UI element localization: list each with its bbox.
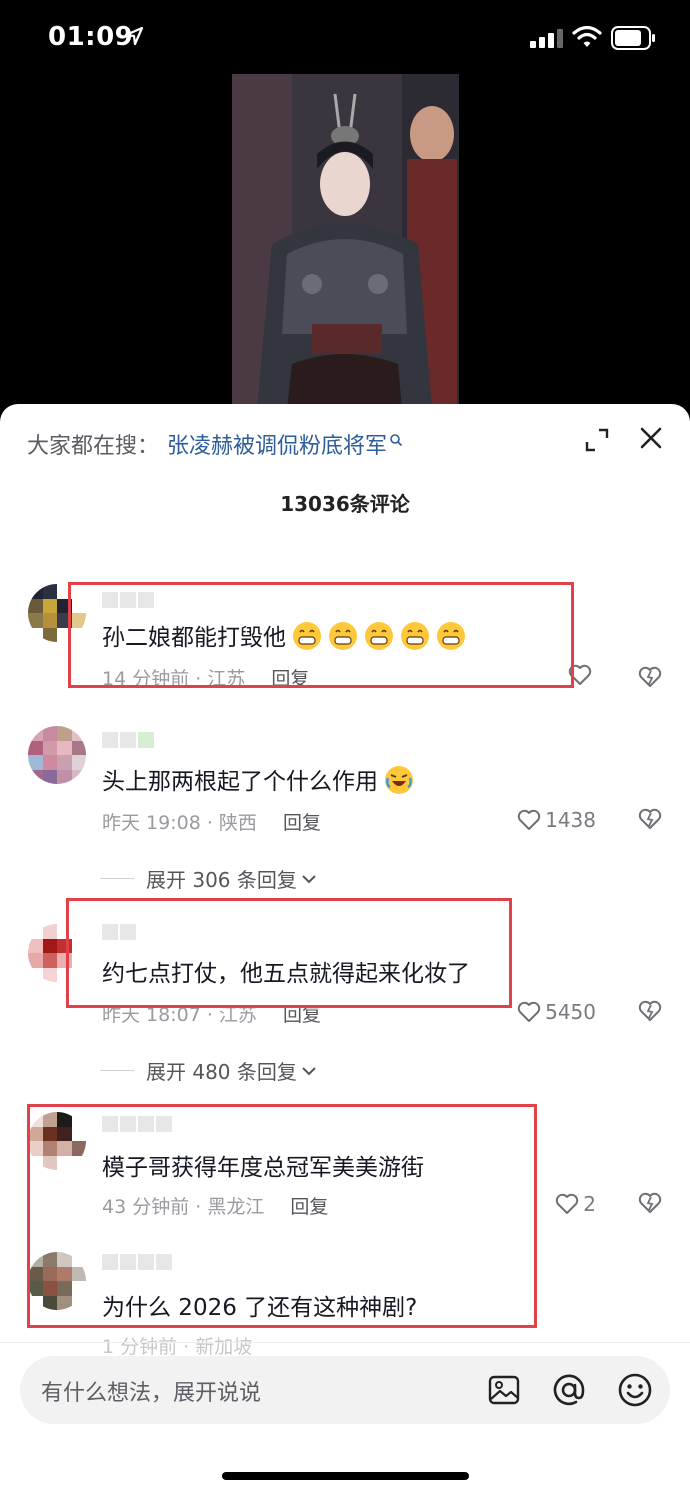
- divider: [0, 1342, 690, 1343]
- divider: [100, 1070, 134, 1071]
- status-bar: 01:09: [0, 0, 690, 72]
- home-indicator[interactable]: [222, 1472, 469, 1480]
- signal-icon: [530, 29, 563, 48]
- scrolled-comment-meta: [100, 522, 670, 542]
- heart-icon: [556, 1193, 579, 1214]
- wifi-icon: [572, 25, 602, 47]
- comment-text: 头上那两根起了个什么作用: [102, 762, 414, 796]
- heart-icon: [517, 809, 541, 830]
- comment-count: 13036条评论: [280, 492, 410, 516]
- like-count: 5450: [545, 1000, 596, 1024]
- search-icon: [390, 434, 403, 447]
- heart-icon: [517, 1001, 541, 1022]
- mention-icon[interactable]: [552, 1373, 586, 1407]
- search-prefix: 大家都在搜：: [27, 434, 160, 459]
- dislike-icon[interactable]: [638, 808, 662, 830]
- emoji-icon[interactable]: [618, 1373, 652, 1407]
- like-count: 2: [583, 1192, 596, 1216]
- comment-input[interactable]: 有什么想法，展开说说: [41, 1375, 261, 1407]
- close-icon[interactable]: [639, 426, 663, 450]
- like-button[interactable]: 5450: [517, 1000, 596, 1024]
- expand-replies-button[interactable]: 展开 480 条回复: [100, 1056, 317, 1085]
- image-icon[interactable]: [488, 1375, 520, 1405]
- divider: [100, 878, 134, 879]
- reply-button[interactable]: 回复: [283, 812, 321, 834]
- status-time: 01:09: [48, 22, 134, 52]
- username-blurred: [102, 732, 154, 750]
- dislike-icon[interactable]: [638, 1000, 662, 1022]
- chevron-down-icon: [302, 1066, 316, 1075]
- expand-replies-button[interactable]: 展开 306 条回复: [100, 864, 317, 893]
- like-count: 1438: [545, 808, 596, 832]
- laughing-crying-emoji-icon: [385, 766, 413, 794]
- dislike-icon[interactable]: [638, 666, 662, 688]
- avatar[interactable]: [28, 726, 86, 784]
- comment-input-bar[interactable]: 有什么想法，展开说说: [20, 1356, 670, 1424]
- highlight-box: [27, 1104, 537, 1328]
- comment-meta: 昨天 19:08 · 陕西 回复: [102, 812, 321, 834]
- like-button[interactable]: 2: [555, 1192, 596, 1216]
- location-arrow-icon: [124, 26, 144, 46]
- dislike-icon[interactable]: [638, 1192, 662, 1214]
- search-term-link[interactable]: 张凌赫被调侃粉底将军: [167, 428, 387, 460]
- video-frame-image: [232, 74, 459, 409]
- comment-meta: 1 分钟前 · 新加坡: [102, 1336, 253, 1358]
- battery-icon: [611, 26, 655, 50]
- search-suggestion[interactable]: 大家都在搜： 张凌赫被调侃粉底将军: [27, 426, 403, 462]
- like-button[interactable]: 1438: [517, 808, 596, 832]
- highlight-box: [68, 582, 574, 688]
- highlight-box: [66, 898, 512, 1008]
- chevron-down-icon: [302, 874, 316, 883]
- expand-icon[interactable]: [585, 428, 609, 452]
- video-player[interactable]: [232, 74, 459, 409]
